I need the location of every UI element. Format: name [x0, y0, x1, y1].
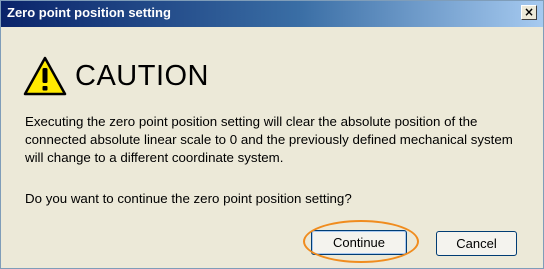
cancel-button[interactable]: Cancel	[436, 231, 517, 256]
zero-point-dialog: Zero point position setting × CAUTION Ex…	[0, 0, 544, 269]
caution-header: CAUTION	[23, 53, 209, 99]
warning-message: Executing the zero point position settin…	[25, 114, 513, 165]
window-title: Zero point position setting	[7, 5, 171, 20]
close-icon: ×	[523, 5, 535, 19]
title-bar[interactable]: Zero point position setting ×	[1, 1, 543, 27]
close-button[interactable]: ×	[521, 5, 537, 20]
caution-heading: CAUTION	[75, 59, 209, 92]
warning-triangle-icon	[23, 56, 67, 96]
continue-button[interactable]: Continue	[311, 230, 407, 255]
confirm-question: Do you want to continue the zero point p…	[25, 191, 352, 206]
